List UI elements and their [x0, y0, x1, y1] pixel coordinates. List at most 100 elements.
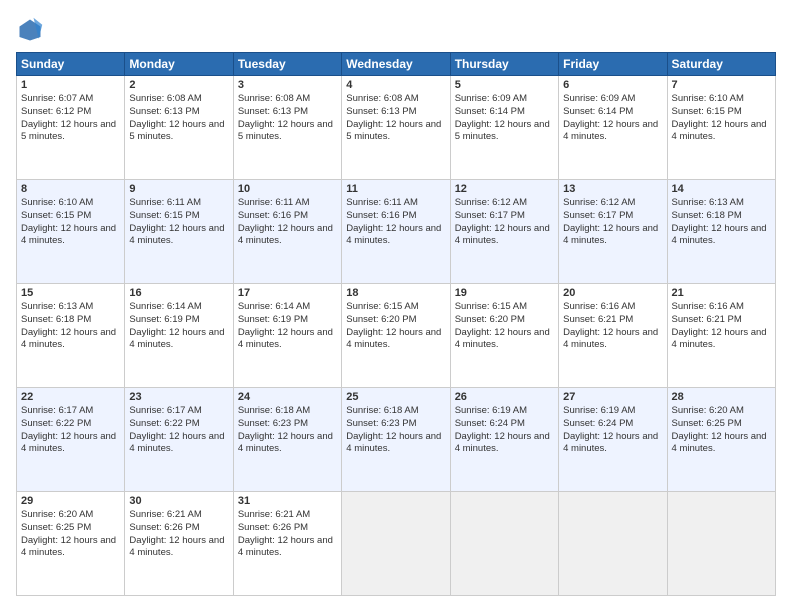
calendar-cell: 14 Sunrise: 6:13 AMSunset: 6:18 PMDayligh… [667, 180, 775, 284]
calendar-cell: 13 Sunrise: 6:12 AMSunset: 6:17 PMDayligh… [559, 180, 667, 284]
logo-icon [16, 16, 44, 44]
cell-info: Sunrise: 6:13 AMSunset: 6:18 PMDaylight:… [21, 301, 120, 352]
calendar-cell: 7 Sunrise: 6:10 AMSunset: 6:15 PMDaylight… [667, 76, 775, 180]
day-number: 11 [346, 183, 445, 195]
day-number: 22 [21, 391, 120, 403]
calendar-week-2: 8 Sunrise: 6:10 AMSunset: 6:15 PMDaylight… [17, 180, 776, 284]
calendar-cell: 26 Sunrise: 6:19 AMSunset: 6:24 PMDayligh… [450, 388, 558, 492]
cell-info: Sunrise: 6:11 AMSunset: 6:15 PMDaylight:… [129, 197, 228, 248]
calendar-cell: 9 Sunrise: 6:11 AMSunset: 6:15 PMDaylight… [125, 180, 233, 284]
cell-info: Sunrise: 6:18 AMSunset: 6:23 PMDaylight:… [346, 405, 445, 456]
day-number: 15 [21, 287, 120, 299]
calendar-cell: 3 Sunrise: 6:08 AMSunset: 6:13 PMDaylight… [233, 76, 341, 180]
day-number: 31 [238, 495, 337, 507]
calendar-cell: 11 Sunrise: 6:11 AMSunset: 6:16 PMDayligh… [342, 180, 450, 284]
cell-info: Sunrise: 6:16 AMSunset: 6:21 PMDaylight:… [563, 301, 662, 352]
cell-info: Sunrise: 6:10 AMSunset: 6:15 PMDaylight:… [21, 197, 120, 248]
calendar-cell [559, 492, 667, 596]
col-header-monday: Monday [125, 53, 233, 76]
day-number: 30 [129, 495, 228, 507]
cell-info: Sunrise: 6:19 AMSunset: 6:24 PMDaylight:… [563, 405, 662, 456]
calendar-week-3: 15 Sunrise: 6:13 AMSunset: 6:18 PMDayligh… [17, 284, 776, 388]
calendar-cell: 30 Sunrise: 6:21 AMSunset: 6:26 PMDayligh… [125, 492, 233, 596]
day-number: 10 [238, 183, 337, 195]
calendar-cell: 21Sunrise: 6:16 AMSunset: 6:21 PMDayligh… [667, 284, 775, 388]
cell-info: Sunrise: 6:17 AMSunset: 6:22 PMDaylight:… [21, 405, 120, 456]
calendar-cell: 29 Sunrise: 6:20 AMSunset: 6:25 PMDayligh… [17, 492, 125, 596]
day-number: 21 [672, 287, 771, 299]
cell-info: Sunrise: 6:17 AMSunset: 6:22 PMDaylight:… [129, 405, 228, 456]
header [16, 16, 776, 44]
cell-info: Sunrise: 6:09 AMSunset: 6:14 PMDaylight:… [455, 93, 554, 144]
cell-info: Sunrise: 6:21 AMSunset: 6:26 PMDaylight:… [129, 509, 228, 560]
calendar-cell: 17Sunrise: 6:14 AMSunset: 6:19 PMDayligh… [233, 284, 341, 388]
calendar-cell: 19Sunrise: 6:15 AMSunset: 6:20 PMDayligh… [450, 284, 558, 388]
logo [16, 16, 48, 44]
day-number: 9 [129, 183, 228, 195]
cell-info: Sunrise: 6:14 AMSunset: 6:19 PMDaylight:… [129, 301, 228, 352]
col-header-friday: Friday [559, 53, 667, 76]
day-number: 28 [672, 391, 771, 403]
cell-info: Sunrise: 6:20 AMSunset: 6:25 PMDaylight:… [21, 509, 120, 560]
cell-info: Sunrise: 6:21 AMSunset: 6:26 PMDaylight:… [238, 509, 337, 560]
day-number: 2 [129, 79, 228, 91]
calendar-cell: 20 Sunrise: 6:16 AMSunset: 6:21 PMDayligh… [559, 284, 667, 388]
day-number: 7 [672, 79, 771, 91]
day-number: 29 [21, 495, 120, 507]
cell-info: Sunrise: 6:15 AMSunset: 6:20 PMDaylight:… [346, 301, 445, 352]
day-number: 24 [238, 391, 337, 403]
day-number: 20 [563, 287, 662, 299]
day-number: 1 [21, 79, 120, 91]
calendar-cell: 22 Sunrise: 6:17 AMSunset: 6:22 PMDayligh… [17, 388, 125, 492]
day-number: 19 [455, 287, 554, 299]
cell-info: Sunrise: 6:11 AMSunset: 6:16 PMDaylight:… [238, 197, 337, 248]
col-header-saturday: Saturday [667, 53, 775, 76]
calendar-cell: 8 Sunrise: 6:10 AMSunset: 6:15 PMDaylight… [17, 180, 125, 284]
calendar-cell: 4 Sunrise: 6:08 AMSunset: 6:13 PMDaylight… [342, 76, 450, 180]
calendar-cell: 5Sunrise: 6:09 AMSunset: 6:14 PMDaylight… [450, 76, 558, 180]
cell-info: Sunrise: 6:08 AMSunset: 6:13 PMDaylight:… [238, 93, 337, 144]
col-header-sunday: Sunday [17, 53, 125, 76]
cell-info: Sunrise: 6:08 AMSunset: 6:13 PMDaylight:… [346, 93, 445, 144]
calendar-cell: 18 Sunrise: 6:15 AMSunset: 6:20 PMDayligh… [342, 284, 450, 388]
day-number: 3 [238, 79, 337, 91]
day-number: 18 [346, 287, 445, 299]
calendar-cell: 24 Sunrise: 6:18 AMSunset: 6:23 PMDayligh… [233, 388, 341, 492]
calendar-cell: 6 Sunrise: 6:09 AMSunset: 6:14 PMDaylight… [559, 76, 667, 180]
cell-info: Sunrise: 6:11 AMSunset: 6:16 PMDaylight:… [346, 197, 445, 248]
calendar-cell: 2 Sunrise: 6:08 AMSunset: 6:13 PMDaylight… [125, 76, 233, 180]
cell-info: Sunrise: 6:13 AMSunset: 6:18 PMDaylight:… [672, 197, 771, 248]
calendar-cell [450, 492, 558, 596]
day-number: 26 [455, 391, 554, 403]
calendar-cell: 25 Sunrise: 6:18 AMSunset: 6:23 PMDayligh… [342, 388, 450, 492]
cell-info: Sunrise: 6:09 AMSunset: 6:14 PMDaylight:… [563, 93, 662, 144]
col-header-thursday: Thursday [450, 53, 558, 76]
cell-info: Sunrise: 6:19 AMSunset: 6:24 PMDaylight:… [455, 405, 554, 456]
calendar-cell: 27 Sunrise: 6:19 AMSunset: 6:24 PMDayligh… [559, 388, 667, 492]
calendar-cell: 16Sunrise: 6:14 AMSunset: 6:19 PMDayligh… [125, 284, 233, 388]
page: SundayMondayTuesdayWednesdayThursdayFrid… [0, 0, 792, 612]
cell-info: Sunrise: 6:08 AMSunset: 6:13 PMDaylight:… [129, 93, 228, 144]
calendar-cell: 15 Sunrise: 6:13 AMSunset: 6:18 PMDayligh… [17, 284, 125, 388]
day-number: 8 [21, 183, 120, 195]
cell-info: Sunrise: 6:10 AMSunset: 6:15 PMDaylight:… [672, 93, 771, 144]
cell-info: Sunrise: 6:12 AMSunset: 6:17 PMDaylight:… [563, 197, 662, 248]
col-header-tuesday: Tuesday [233, 53, 341, 76]
day-number: 6 [563, 79, 662, 91]
day-number: 25 [346, 391, 445, 403]
calendar-cell: 12Sunrise: 6:12 AMSunset: 6:17 PMDayligh… [450, 180, 558, 284]
cell-info: Sunrise: 6:07 AMSunset: 6:12 PMDaylight:… [21, 93, 120, 144]
calendar-week-4: 22 Sunrise: 6:17 AMSunset: 6:22 PMDayligh… [17, 388, 776, 492]
calendar-header-row: SundayMondayTuesdayWednesdayThursdayFrid… [17, 53, 776, 76]
day-number: 13 [563, 183, 662, 195]
day-number: 27 [563, 391, 662, 403]
day-number: 17 [238, 287, 337, 299]
day-number: 4 [346, 79, 445, 91]
calendar-cell: 31 Sunrise: 6:21 AMSunset: 6:26 PMDayligh… [233, 492, 341, 596]
cell-info: Sunrise: 6:12 AMSunset: 6:17 PMDaylight:… [455, 197, 554, 248]
calendar-week-1: 1 Sunrise: 6:07 AMSunset: 6:12 PMDaylight… [17, 76, 776, 180]
cell-info: Sunrise: 6:18 AMSunset: 6:23 PMDaylight:… [238, 405, 337, 456]
calendar-cell [342, 492, 450, 596]
calendar-cell: 28Sunrise: 6:20 AMSunset: 6:25 PMDayligh… [667, 388, 775, 492]
day-number: 14 [672, 183, 771, 195]
